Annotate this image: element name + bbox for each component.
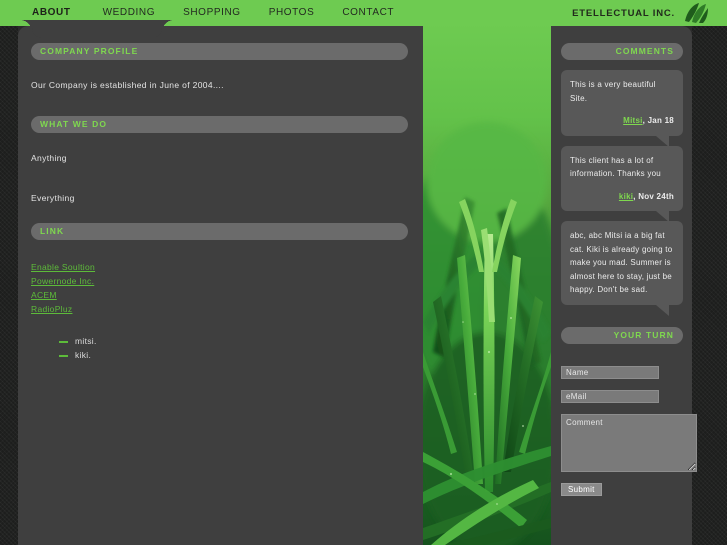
list-item-label: kiki. [75, 350, 92, 360]
right-edge-texture [692, 0, 727, 545]
comment-textarea[interactable] [561, 413, 697, 472]
active-tab-indicator [20, 20, 174, 38]
section-header-comments: COMMENTS [561, 43, 683, 60]
comment-item: abc, abc Mitsi ia a big fat cat. Kiki is… [561, 221, 683, 315]
dash-list: mitsi. kiki. [59, 334, 408, 362]
link-acem[interactable]: ACEM [31, 288, 57, 302]
sidebar-panel: COMMENTS This is a very beautiful Site. … [551, 26, 697, 545]
comment-text: This client has a lot of information. Th… [570, 155, 661, 179]
brand-area: ETELLECTUAL INC. [572, 0, 709, 26]
dash-bullet-icon [59, 341, 68, 343]
nav-item-shopping[interactable]: SHOPPING [183, 0, 241, 26]
what-we-do-item-2: Everything [31, 193, 75, 203]
brand-name: ETELLECTUAL INC. [572, 7, 675, 19]
left-edge-texture [0, 0, 18, 545]
link-enable-soultion[interactable]: Enable Soultion [31, 260, 95, 274]
main-content-panel: COMPANY PROFILE Our Company is establish… [18, 26, 423, 545]
comment-item: This client has a lot of information. Th… [561, 145, 683, 222]
comment-text: This is a very beautiful Site. [570, 80, 656, 103]
what-we-do-item-1: Anything [31, 153, 67, 163]
list-item: mitsi. [59, 334, 408, 348]
section-header-what-we-do: WHAT WE DO [31, 116, 408, 133]
email-input[interactable] [561, 389, 659, 403]
nav-item-contact[interactable]: CONTACT [342, 0, 394, 26]
list-item: kiki. [59, 348, 408, 362]
dash-bullet-icon [59, 355, 68, 357]
section-header-your-turn: YOUR TURN [561, 326, 683, 344]
comment-meta: Mitsi, Jan 18 [570, 114, 674, 128]
leaf-icon [685, 3, 708, 23]
link-powernode-inc[interactable]: Powernode Inc. [31, 274, 94, 288]
name-input[interactable] [561, 365, 659, 379]
company-profile-text: Our Company is established in June of 20… [31, 80, 224, 90]
comment-author-link[interactable]: Mitsi [623, 116, 642, 125]
submit-button[interactable]: Submit [561, 482, 602, 496]
section-header-link: LINK [31, 223, 408, 240]
comment-date: , Jan 18 [642, 116, 674, 125]
comment-text: abc, abc Mitsi ia a big fat cat. Kiki is… [570, 231, 673, 294]
hero-photo [423, 22, 551, 545]
link-list: Enable Soultion Powernode Inc. ACEM Radi… [31, 260, 408, 316]
link-radiopluz[interactable]: RadioPluz [31, 302, 72, 316]
section-header-company-profile: COMPANY PROFILE [31, 43, 408, 60]
comment-form: YOUR TURN Submit [561, 326, 697, 497]
list-item-label: mitsi. [75, 336, 97, 346]
nav-item-photos[interactable]: PHOTOS [269, 0, 315, 26]
sidebar-content: COMMENTS This is a very beautiful Site. … [561, 43, 697, 497]
main-content: COMPANY PROFILE Our Company is establish… [31, 43, 408, 362]
comment-date: , Nov 24th [633, 191, 674, 201]
comment-author-link[interactable]: kiki [619, 192, 633, 201]
comment-meta: kiki, Nov 24th [570, 190, 674, 204]
page-root: COMPANY PROFILE Our Company is establish… [0, 0, 727, 545]
comment-item: This is a very beautiful Site. Mitsi, Ja… [561, 70, 683, 146]
